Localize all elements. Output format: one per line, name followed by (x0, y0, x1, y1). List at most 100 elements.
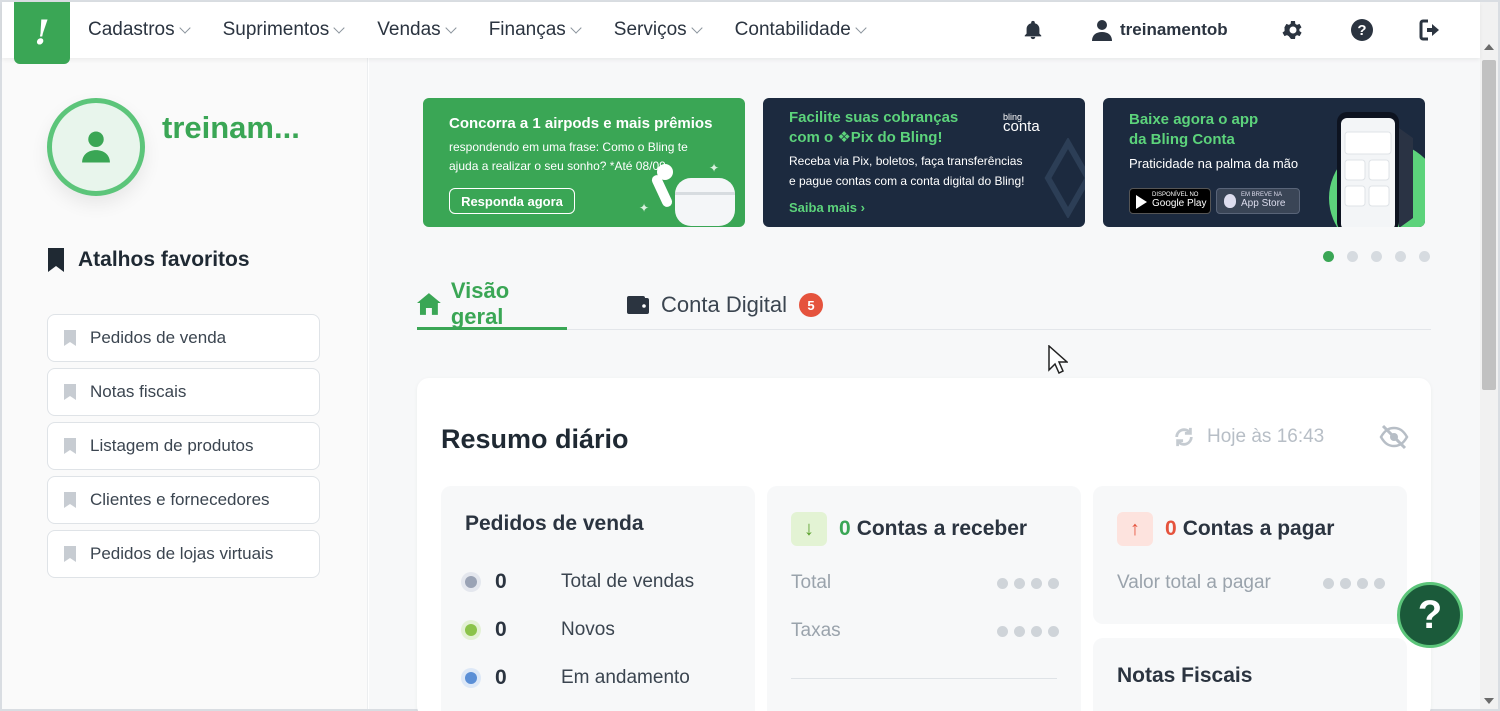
avatar[interactable] (47, 98, 145, 196)
scrollbar-thumb[interactable] (1482, 60, 1496, 390)
google-play-button[interactable]: DISPONÍVEL NO Google Play (1129, 188, 1211, 214)
tab-conta-digital[interactable]: Conta Digital 5 (627, 280, 823, 330)
favorites-heading: Atalhos favoritos (46, 248, 250, 272)
chevron-down-icon (690, 22, 703, 34)
menu-financas[interactable]: Finanças (489, 19, 582, 41)
carousel-dot-4[interactable] (1395, 251, 1406, 262)
status-dot-blue (465, 672, 477, 684)
menu-vendas[interactable]: Vendas (377, 19, 457, 41)
bookmark-icon (64, 438, 76, 454)
receivable-total-row: Total (791, 572, 1059, 594)
bell-icon (1024, 20, 1042, 40)
carousel-dots (1323, 251, 1443, 262)
user-icon (1092, 20, 1112, 41)
learn-more-link[interactable]: Saiba mais › (789, 200, 865, 215)
mouse-cursor-icon (1048, 345, 1068, 375)
chevron-down-icon (333, 22, 345, 34)
receivable-fees-row: Taxas (791, 620, 1059, 642)
sales-total-row: 0 Total de vendas (465, 570, 735, 594)
daily-summary-card: Resumo diário Hoje às 16:43 Pedidos de v… (417, 378, 1431, 711)
chevron-right-icon: › (860, 200, 865, 215)
main-menu: Cadastros Suprimentos Vendas Finanças Se… (88, 2, 867, 58)
notification-badge: 5 (798, 293, 823, 317)
respond-now-button[interactable]: Responda agora (449, 188, 575, 214)
main-content: Concorra a 1 airpods e mais prêmios resp… (369, 58, 1480, 711)
favorite-pedidos-de-venda[interactable]: Pedidos de venda (47, 314, 320, 362)
carousel-dot-5[interactable] (1419, 251, 1430, 262)
sales-in-progress-row: 0 Em andamento (465, 666, 735, 690)
banner-pix-bling[interactable]: Facilite suas cobranças com o ❖Pix do Bl… (763, 98, 1085, 227)
invoices-panel: Notas Fiscais (1093, 638, 1407, 711)
logout-button[interactable] (1419, 2, 1445, 58)
carousel-dot-2[interactable] (1347, 251, 1358, 262)
bookmark-icon (64, 492, 76, 508)
menu-suprimentos[interactable]: Suprimentos (223, 19, 345, 41)
chevron-down-icon (570, 22, 582, 34)
bling-conta-logo: bling conta (1003, 112, 1040, 135)
bookmark-icon (64, 384, 76, 400)
banner-airpods-promo[interactable]: Concorra a 1 airpods e mais prêmios resp… (423, 98, 745, 227)
arrow-up-icon: ↑ (1117, 512, 1153, 546)
phone-mockup-image (1329, 112, 1425, 227)
user-icon (82, 131, 110, 163)
masked-value (991, 625, 1059, 637)
bookmark-icon (48, 248, 64, 272)
scroll-up-arrow[interactable] (1484, 44, 1494, 50)
masked-value (1317, 577, 1385, 589)
masked-value (991, 577, 1059, 589)
favorite-pedidos-de-lojas-virtuais[interactable]: Pedidos de lojas virtuais (47, 530, 320, 578)
carousel-dot-3[interactable] (1371, 251, 1382, 262)
user-menu[interactable]: treinamentob (1092, 2, 1228, 58)
arrow-down-icon: ↓ (791, 512, 827, 546)
logout-icon (1419, 19, 1439, 41)
bookmark-icon (64, 546, 76, 562)
bling-logo[interactable]: ! (14, 2, 70, 64)
status-dot-gray (465, 576, 477, 588)
favorite-clientes-e-fornecedores[interactable]: Clientes e fornecedores (47, 476, 320, 524)
wallet-icon (627, 296, 649, 314)
google-play-icon (1136, 195, 1147, 209)
refresh-icon (1175, 427, 1193, 447)
home-icon (417, 292, 441, 315)
chevron-down-icon (178, 22, 191, 34)
airpods-image: ✦ ✦ (639, 161, 735, 226)
toggle-visibility-button[interactable] (1379, 424, 1409, 455)
sales-new-row: 0 Novos (465, 618, 735, 642)
svg-text:?: ? (1357, 22, 1366, 39)
payables-panel: ↑ 0 Contas a pagar Valor total a pagar (1093, 486, 1407, 624)
menu-cadastros[interactable]: Cadastros (88, 19, 191, 41)
notifications-button[interactable] (1022, 2, 1044, 58)
eye-slash-icon (1379, 424, 1409, 450)
settings-button[interactable] (1281, 2, 1305, 58)
tab-visao-geral[interactable]: Visão geral (417, 278, 567, 330)
floating-help-button[interactable]: ? (1397, 582, 1463, 648)
status-dot-green (465, 624, 477, 636)
refresh-button[interactable]: Hoje às 16:43 (1173, 426, 1324, 448)
menu-contabilidade[interactable]: Contabilidade (735, 19, 867, 41)
receivables-panel: ↓ 0 Contas a receber Total Taxas (767, 486, 1081, 711)
payable-total-row: Valor total a pagar (1117, 572, 1385, 594)
sales-orders-panel: Pedidos de venda 0 Total de vendas 0 Nov… (441, 486, 755, 711)
chevron-down-icon (445, 22, 457, 34)
left-sidebar: treinam... Atalhos favoritos Pedidos de … (2, 58, 368, 709)
chevron-down-icon (855, 22, 867, 34)
dashboard-tabs: Visão geral Conta Digital 5 (417, 278, 1431, 330)
help-button[interactable]: ? (1350, 2, 1374, 58)
pix-watermark-icon (1044, 138, 1085, 218)
card-title: Resumo diário (441, 424, 629, 454)
favorite-notas-fiscais[interactable]: Notas fiscais (47, 368, 320, 416)
menu-servicos[interactable]: Serviços (614, 19, 703, 41)
app-store-button[interactable]: EM BREVE NA App Store (1216, 188, 1300, 214)
banner-bling-conta-app[interactable]: Baixe agora o app da Bling Conta Pratici… (1103, 98, 1425, 227)
question-circle-icon: ? (1351, 19, 1373, 41)
sidebar-username: treinam... (162, 110, 300, 145)
apple-icon (1224, 194, 1236, 208)
scroll-down-arrow[interactable] (1484, 698, 1494, 704)
favorite-listagem-de-produtos[interactable]: Listagem de produtos (47, 422, 320, 470)
top-navbar: ! Cadastros Suprimentos Vendas Finanças … (2, 2, 1480, 64)
svg-text:✦: ✦ (709, 161, 719, 175)
divider (791, 678, 1057, 679)
bookmark-icon (64, 330, 76, 346)
carousel-dot-1[interactable] (1323, 251, 1334, 262)
favorites-list: Pedidos de venda Notas fiscais Listagem … (47, 314, 320, 584)
